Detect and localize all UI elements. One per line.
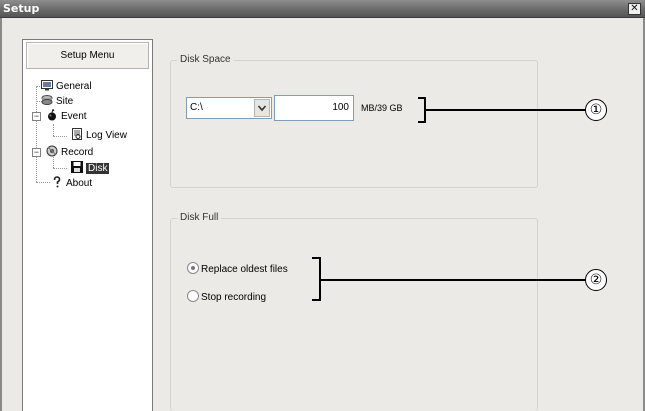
radio-replace-oldest-label: Replace oldest files (201, 264, 288, 275)
window-frame-left (0, 18, 2, 411)
event-expander[interactable]: − (32, 112, 41, 121)
setup-menu-panel: Setup Menu General Site − Event Log View… (22, 39, 153, 411)
callout-number-2: ② (585, 269, 607, 291)
disk-space-unit-label: MB/39 GB (361, 103, 403, 113)
disk-space-group: Disk Space (170, 54, 538, 188)
title-bar[interactable]: Setup ✕ (0, 0, 645, 18)
disk-space-title: Disk Space (177, 54, 234, 65)
disk-space-size-input[interactable]: 100 (274, 95, 354, 121)
radio-stop-recording-label: Stop recording (201, 292, 267, 303)
tree-connector (53, 168, 67, 169)
help-question-icon (51, 176, 63, 188)
tree-connector (36, 182, 50, 183)
disk-full-title: Disk Full (177, 212, 222, 223)
setup-menu-header[interactable]: Setup Menu (26, 42, 149, 69)
tree-item-log-view[interactable]: Log View (71, 128, 127, 142)
callout-bracket-1 (418, 97, 426, 123)
close-button[interactable]: ✕ (628, 3, 641, 15)
disk-full-group: Disk Full (170, 212, 538, 411)
floppy-disk-icon (71, 161, 83, 173)
drive-select-value: C:\ (190, 102, 203, 113)
drive-select[interactable]: C:\ (186, 97, 272, 119)
tree-item-record[interactable]: Record (46, 145, 93, 159)
tree-item-disk[interactable]: Disk (71, 161, 110, 175)
callout-line-1 (426, 109, 586, 111)
general-icon (41, 79, 53, 91)
radio-button-checked[interactable] (187, 262, 199, 274)
chevron-down-icon[interactable] (254, 99, 270, 117)
window-title: Setup (3, 2, 40, 15)
close-icon: ✕ (630, 3, 639, 14)
tree-connector (53, 124, 54, 136)
record-expander[interactable]: − (32, 148, 41, 157)
tree-item-event[interactable]: Event (46, 108, 87, 123)
callout-line-2 (321, 279, 586, 281)
radio-stop-recording[interactable]: Stop recording (187, 290, 266, 304)
setup-tree: General Site − Event Log View − Record D… (23, 76, 152, 276)
tree-item-site[interactable]: Site (41, 94, 73, 108)
tree-item-general[interactable]: General (41, 79, 92, 93)
radio-replace-oldest[interactable]: Replace oldest files (187, 262, 288, 276)
site-icon (41, 94, 53, 106)
callout-number-1: ① (585, 99, 607, 121)
radio-button-unchecked[interactable] (187, 290, 199, 302)
callout-bracket-2 (312, 257, 321, 301)
log-view-icon (71, 128, 83, 140)
record-icon (46, 145, 58, 157)
setup-window: Setup ✕ Setup Menu General Site − Event … (0, 0, 645, 411)
tree-item-about[interactable]: About (51, 176, 92, 190)
event-icon (46, 108, 58, 121)
tree-connector (53, 136, 67, 137)
